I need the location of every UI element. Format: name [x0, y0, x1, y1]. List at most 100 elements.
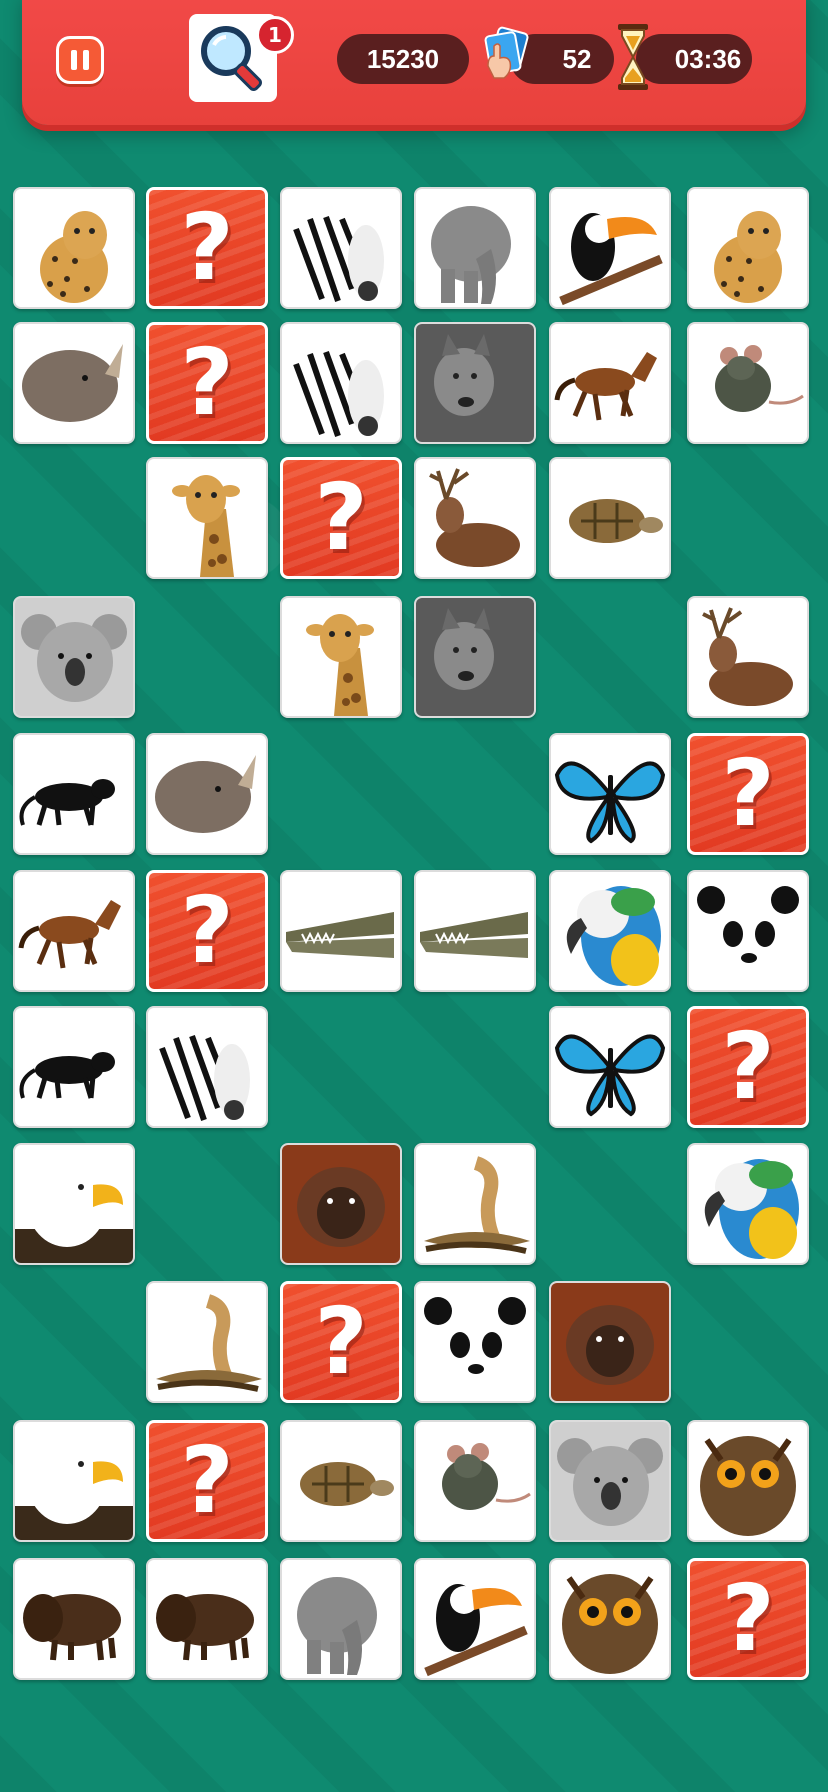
wolf-icon: [416, 598, 534, 716]
hidden-card[interactable]: ?: [146, 187, 268, 309]
card-rhino[interactable]: [146, 733, 268, 855]
card-panda[interactable]: [414, 1281, 536, 1403]
card-koala[interactable]: [549, 1420, 671, 1542]
card-butterfly[interactable]: [549, 733, 671, 855]
hidden-card[interactable]: ?: [280, 1281, 402, 1403]
crocodile-icon: [286, 912, 394, 958]
eagle-icon: [15, 1159, 133, 1263]
crocodile-icon: [420, 912, 528, 958]
card-cheetah[interactable]: [13, 187, 135, 309]
question-mark-icon: ?: [314, 1288, 368, 1395]
card-rat[interactable]: [414, 1420, 536, 1542]
butterfly-icon: [554, 761, 666, 844]
rhino-icon: [155, 755, 256, 833]
tortoise-icon: [300, 1462, 394, 1506]
card-koala[interactable]: [13, 596, 135, 718]
card-parrot[interactable]: [549, 870, 671, 992]
parrot-icon: [704, 1159, 799, 1259]
card-bison[interactable]: [146, 1558, 268, 1680]
card-giraffe[interactable]: [280, 596, 402, 718]
card-owl[interactable]: [687, 1420, 809, 1542]
card-tortoise[interactable]: [549, 457, 671, 579]
wolf-icon: [416, 324, 534, 442]
card-parrot[interactable]: [687, 1143, 809, 1265]
card-deer[interactable]: [414, 457, 536, 579]
card-crocodile[interactable]: [280, 870, 402, 992]
owl-icon: [562, 1574, 658, 1674]
panther-icon: [19, 779, 115, 826]
zebra-icon: [292, 213, 384, 305]
deer-icon: [429, 468, 520, 567]
elephant-icon: [431, 206, 511, 304]
cheetah-icon: [714, 211, 782, 303]
cheetah-icon: [40, 211, 108, 303]
card-zebra[interactable]: [280, 187, 402, 309]
elephant-icon: [297, 1577, 377, 1675]
question-mark-icon: ?: [180, 1427, 234, 1534]
toucan-icon: [424, 1584, 528, 1677]
giraffe-icon: [172, 475, 240, 577]
card-crocodile[interactable]: [414, 870, 536, 992]
card-cobra[interactable]: [146, 1281, 268, 1403]
question-mark-icon: ?: [314, 464, 368, 571]
tortoise-icon: [569, 499, 663, 543]
zebra-icon: [158, 1032, 250, 1124]
card-deer[interactable]: [687, 596, 809, 718]
card-zebra[interactable]: [280, 322, 402, 444]
card-giraffe[interactable]: [146, 457, 268, 579]
question-mark-icon: ?: [721, 1565, 775, 1672]
hidden-card[interactable]: ?: [687, 1006, 809, 1128]
card-cheetah[interactable]: [687, 187, 809, 309]
card-butterfly[interactable]: [549, 1006, 671, 1128]
card-orangutan[interactable]: [280, 1143, 402, 1265]
card-orangutan[interactable]: [549, 1281, 671, 1403]
question-mark-icon: ?: [721, 740, 775, 847]
card-elephant[interactable]: [280, 1558, 402, 1680]
hidden-card[interactable]: ?: [146, 322, 268, 444]
card-bison[interactable]: [13, 1558, 135, 1680]
card-eagle[interactable]: [13, 1420, 135, 1542]
card-toucan[interactable]: [549, 187, 671, 309]
orangutan-icon: [282, 1145, 400, 1263]
card-owl[interactable]: [549, 1558, 671, 1680]
card-rat[interactable]: [687, 322, 809, 444]
rat-icon: [442, 1443, 531, 1510]
card-elephant[interactable]: [414, 187, 536, 309]
card-wolf[interactable]: [414, 596, 536, 718]
card-rhino[interactable]: [13, 322, 135, 444]
bison-icon: [23, 1594, 121, 1661]
card-horse[interactable]: [549, 322, 671, 444]
card-cobra[interactable]: [414, 1143, 536, 1265]
card-panda[interactable]: [687, 870, 809, 992]
bison-icon: [156, 1594, 254, 1661]
card-zebra[interactable]: [146, 1006, 268, 1128]
card-wolf[interactable]: [414, 322, 536, 444]
card-tortoise[interactable]: [280, 1420, 402, 1542]
hidden-card[interactable]: ?: [146, 1420, 268, 1542]
question-mark-icon: ?: [180, 194, 234, 301]
panda-icon: [697, 886, 799, 986]
card-panther[interactable]: [13, 733, 135, 855]
horse-icon: [554, 352, 657, 421]
question-mark-icon: ?: [180, 329, 234, 436]
eagle-icon: [15, 1436, 133, 1540]
game-board: ?????????: [0, 0, 828, 1792]
koala-icon: [15, 598, 133, 716]
zebra-icon: [292, 348, 384, 440]
deer-icon: [702, 607, 793, 706]
koala-icon: [551, 1422, 669, 1540]
card-panther[interactable]: [13, 1006, 135, 1128]
card-toucan[interactable]: [414, 1558, 536, 1680]
card-eagle[interactable]: [13, 1143, 135, 1265]
hidden-card[interactable]: ?: [687, 1558, 809, 1680]
hidden-card[interactable]: ?: [280, 457, 402, 579]
card-horse[interactable]: [13, 870, 135, 992]
panda-icon: [424, 1297, 526, 1397]
hidden-card[interactable]: ?: [146, 870, 268, 992]
rat-icon: [715, 345, 804, 412]
rhino-icon: [22, 344, 123, 422]
giraffe-icon: [306, 614, 374, 716]
hidden-card[interactable]: ?: [687, 733, 809, 855]
question-mark-icon: ?: [721, 1013, 775, 1120]
toucan-icon: [559, 213, 663, 306]
